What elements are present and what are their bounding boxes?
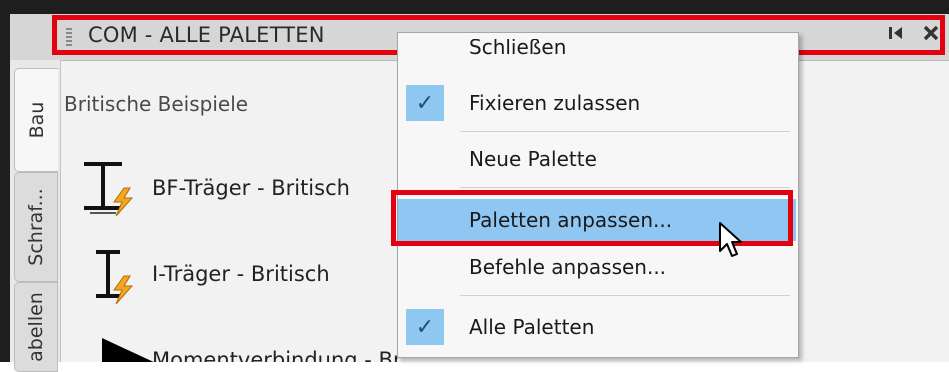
menu-item-neue-palette[interactable]: Neue Palette	[398, 139, 796, 179]
menu-item-label: Paletten anpassen...	[469, 208, 673, 232]
menu-item-label: Befehle anpassen...	[469, 255, 667, 279]
tool-item-label: Momentverbindung - Britisch	[152, 348, 400, 362]
tool-item-i-traeger[interactable]: I-Träger - Britisch	[80, 238, 400, 308]
close-icon[interactable]	[922, 24, 940, 48]
tool-item-momentverbindung[interactable]: Momentverbindung - Britisch	[80, 326, 400, 362]
tab-tabellen[interactable]: abellen	[14, 282, 58, 372]
bf-beam-icon	[80, 156, 150, 224]
i-beam-icon	[94, 244, 150, 312]
tool-item-bf-traeger[interactable]: BF-Träger - Britisch	[80, 152, 400, 222]
tab-bau[interactable]: Bau	[14, 68, 58, 172]
palette-title: COM - ALLE PALETTEN	[88, 23, 325, 47]
context-menu: Schließen ✓ Fixieren zulassen Neue Palet…	[397, 32, 799, 358]
tab-bau-label: Bau	[25, 101, 48, 139]
menu-item-label: Schließen	[469, 39, 567, 59]
tab-tabellen-label: abellen	[25, 292, 47, 362]
tab-schraffur[interactable]: Schraf...	[14, 172, 58, 282]
tool-item-label: I-Träger - Britisch	[152, 262, 330, 286]
menu-item-label: Neue Palette	[469, 147, 597, 171]
check-icon: ✓	[406, 309, 444, 345]
window-top-border	[0, 0, 949, 14]
mouse-cursor-icon	[718, 221, 744, 265]
menu-item-alle-paletten[interactable]: ✓ Alle Paletten	[398, 307, 796, 347]
window-left-border	[0, 0, 10, 362]
moment-connection-icon	[100, 334, 160, 362]
menu-separator	[460, 131, 790, 132]
check-icon: ✓	[406, 85, 444, 121]
menu-item-label: Fixieren zulassen	[469, 91, 641, 115]
palette-window: COM - ALLE PALETTEN Bau Schraf... abelle…	[0, 0, 949, 372]
menu-item-schliessen[interactable]: Schließen	[398, 39, 796, 69]
drag-grip-icon[interactable]	[66, 28, 72, 46]
menu-separator	[460, 295, 790, 296]
tool-item-label: BF-Träger - Britisch	[152, 176, 350, 200]
menu-item-label: Alle Paletten	[469, 315, 595, 339]
menu-separator	[460, 187, 790, 188]
pin-icon[interactable]	[886, 24, 904, 48]
section-title: Britische Beispiele	[64, 92, 249, 116]
menu-item-fixieren-zulassen[interactable]: ✓ Fixieren zulassen	[398, 83, 796, 123]
tab-schraffur-label: Schraf...	[25, 188, 47, 266]
